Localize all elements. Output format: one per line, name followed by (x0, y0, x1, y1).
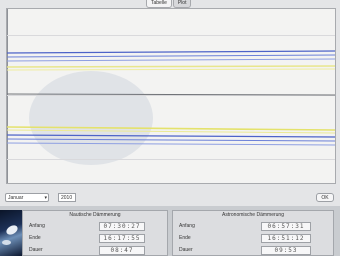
upper-yellow-line-1 (7, 65, 335, 68)
upper-blue-line-3 (7, 58, 335, 62)
start-label: Anfang (29, 223, 45, 229)
start-row: Anfang 07:30:27 (23, 222, 167, 232)
nautical-twilight-panel: Nautische Dämmerung Anfang 07:30:27 Ende… (22, 210, 168, 256)
upper-blue-line-1 (7, 50, 335, 54)
duration-row: Dauer 08:47 (23, 246, 167, 256)
main-window: Tabelle Plot Januar ▾ 2010 OK (0, 0, 340, 206)
end-row: Ende 16:17:55 (23, 234, 167, 244)
end-value-field: 16:17:55 (99, 234, 145, 243)
upper-yellow-band (7, 65, 335, 71)
control-bar: Januar ▾ 2010 OK (0, 190, 340, 206)
panel-title: Nautische Dämmerung (69, 212, 121, 218)
lower-blue-band (7, 134, 335, 146)
cloud-shape (2, 240, 11, 245)
start-value-field: 07:30:27 (99, 222, 145, 231)
midday-line (7, 93, 335, 96)
lower-yellow-line-1 (7, 126, 335, 131)
start-row: Anfang 06:57:31 (173, 222, 333, 232)
lower-blue-line-2 (7, 138, 335, 142)
year-field[interactable]: 2010 (58, 193, 76, 202)
end-value-field: 16:51:12 (261, 234, 311, 243)
lower-yellow-line-2 (7, 129, 335, 134)
end-label: Ende (29, 235, 41, 241)
duration-value-field: 09:53 (261, 246, 311, 255)
lower-blue-line-3 (7, 142, 335, 146)
lower-blue-line-1 (7, 134, 335, 138)
duration-row: Dauer 09:53 (173, 246, 333, 256)
end-label: Ende (179, 235, 191, 241)
astronomical-twilight-panel: Astronomische Dämmerung Anfang 06:57:31 … (172, 210, 334, 256)
start-label: Anfang (179, 223, 195, 229)
chevron-down-icon: ▾ (44, 195, 47, 201)
tab-table[interactable]: Tabelle (146, 0, 172, 8)
duration-label: Dauer (29, 247, 43, 253)
start-value-field: 06:57:31 (261, 222, 311, 231)
end-row: Ende 16:51:12 (173, 234, 333, 244)
upper-yellow-line-2 (7, 68, 335, 71)
upper-blue-line-2 (7, 54, 335, 58)
ok-button[interactable]: OK (316, 193, 334, 202)
cloud-shape (4, 223, 20, 237)
upper-blue-band (7, 50, 335, 62)
panel-title: Astronomische Dämmerung (222, 212, 284, 218)
month-select[interactable]: Januar ▾ (5, 193, 49, 202)
tab-plot[interactable]: Plot (172, 0, 192, 8)
lower-yellow-band (7, 126, 335, 134)
earth-wallpaper-image (0, 210, 22, 256)
duration-label: Dauer (179, 247, 193, 253)
month-select-value: Januar (8, 195, 24, 201)
plot-lines (7, 50, 335, 146)
duration-value-field: 08:47 (99, 246, 145, 255)
twilight-plot (6, 8, 336, 184)
tab-bar: Tabelle Plot (146, 0, 192, 8)
